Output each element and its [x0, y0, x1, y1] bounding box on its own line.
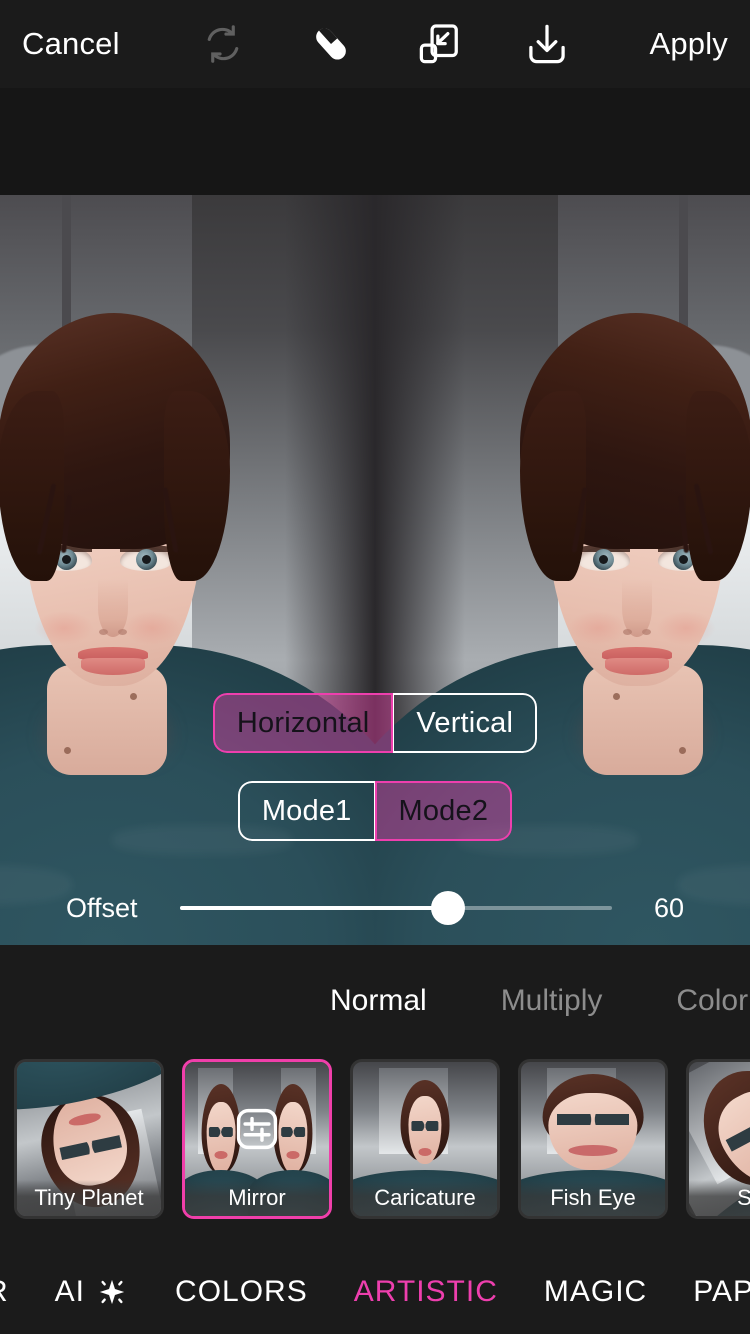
reset-icon[interactable]: [200, 21, 246, 67]
effect-controls-overlay: Horizontal Vertical Mode1 Mode2 Offset 6…: [0, 195, 750, 945]
blend-tab-normal[interactable]: Normal: [330, 984, 427, 1018]
filter-item-label: Mirror: [185, 1180, 329, 1216]
canvas-top-padding: [0, 88, 750, 195]
nav-item-paper[interactable]: PAPER: [693, 1275, 750, 1309]
blend-tab-multiply[interactable]: Multiply: [501, 984, 603, 1018]
filter-item-fish-eye[interactable]: Fish Eye: [518, 1059, 668, 1219]
cancel-button[interactable]: Cancel: [22, 26, 120, 62]
offset-slider-thumb[interactable]: [430, 891, 465, 925]
mode-segmented-control: Mode1 Mode2: [0, 781, 750, 841]
top-toolbar-icons: [200, 21, 570, 67]
offset-slider[interactable]: [180, 891, 612, 925]
app-screen: Cancel Apply Horizontal Vertical Mode1 M…: [0, 0, 750, 1334]
filter-item-label: Caricature: [353, 1180, 497, 1216]
mode-option-mode2[interactable]: Mode2: [374, 781, 513, 841]
mode-option-mode1[interactable]: Mode1: [237, 781, 375, 841]
filter-item-label: Tiny Planet: [17, 1180, 161, 1216]
offset-slider-label: Offset: [66, 892, 138, 923]
filter-item-label: Swirl: [689, 1180, 750, 1216]
filter-item-label: Fish Eye: [521, 1180, 665, 1216]
filter-item-mirror[interactable]: Mirror: [182, 1059, 332, 1219]
image-canvas[interactable]: Horizontal Vertical Mode1 Mode2 Offset 6…: [0, 195, 750, 945]
blend-mode-tabs: Normal Multiply Color Bu: [0, 975, 750, 1027]
filter-panel: Normal Multiply Color Bu: [0, 945, 750, 1250]
download-icon[interactable]: [524, 21, 570, 67]
offset-slider-fill: [180, 906, 448, 910]
resize-icon[interactable]: [416, 21, 462, 67]
nav-item-label: AI: [54, 1275, 86, 1308]
blend-tab-color-burn[interactable]: Color Bu: [676, 984, 750, 1018]
offset-slider-value: 60: [653, 892, 684, 923]
filter-item-tiny-planet[interactable]: Tiny Planet: [14, 1059, 164, 1219]
orientation-option-vertical[interactable]: Vertical: [393, 693, 538, 753]
sparkle-icon: [95, 1275, 129, 1309]
sliders-icon[interactable]: [234, 1106, 280, 1152]
filter-thumbnail-strip[interactable]: Tiny Planet Mirror Caricature Fish Eye: [0, 1055, 750, 1223]
nav-item-magic[interactable]: MAGIC: [544, 1275, 647, 1309]
filter-item-caricature[interactable]: Caricature: [350, 1059, 500, 1219]
orientation-option-horizontal[interactable]: Horizontal: [212, 693, 394, 753]
offset-slider-row: Offset 60: [0, 878, 750, 938]
orientation-segmented-control: Horizontal Vertical: [0, 693, 750, 753]
nav-item-cut-off[interactable]: R: [0, 1275, 9, 1309]
nav-item-ai[interactable]: AI: [55, 1275, 129, 1309]
category-nav[interactable]: R AI COLORS ARTISTIC MAGIC PAPER: [0, 1250, 750, 1334]
filter-item-swirl[interactable]: Swirl: [686, 1059, 750, 1219]
eraser-icon[interactable]: [308, 21, 354, 67]
nav-item-artistic[interactable]: ARTISTIC: [354, 1275, 498, 1309]
top-toolbar: Cancel Apply: [0, 0, 750, 88]
apply-button[interactable]: Apply: [649, 26, 728, 62]
nav-item-colors[interactable]: COLORS: [175, 1275, 308, 1309]
